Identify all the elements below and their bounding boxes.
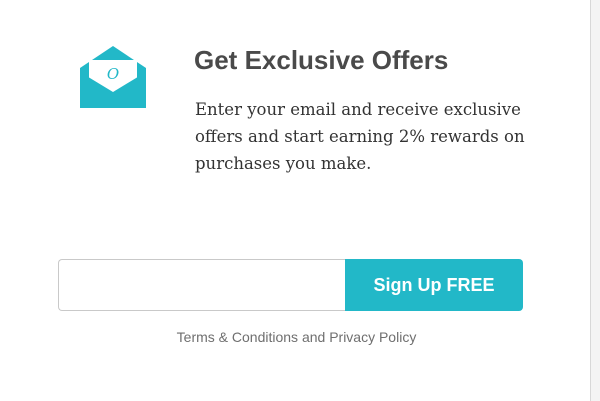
legal-links: Terms & Conditions and Privacy Policy (0, 329, 593, 345)
privacy-link[interactable]: Privacy Policy (329, 329, 416, 345)
sign-up-button[interactable]: Sign Up FREE (345, 259, 523, 311)
envelope-icon: O (80, 46, 146, 108)
terms-link[interactable]: Terms & Conditions (177, 329, 298, 345)
offer-description: Enter your email and receive exclusive o… (195, 100, 525, 173)
offer-title: Get Exclusive Offers (194, 45, 449, 75)
signup-form: Sign Up FREE (58, 259, 523, 311)
legal-separator: and (301, 329, 326, 345)
envelope-letter: O (107, 65, 119, 83)
email-input[interactable] (58, 259, 345, 311)
